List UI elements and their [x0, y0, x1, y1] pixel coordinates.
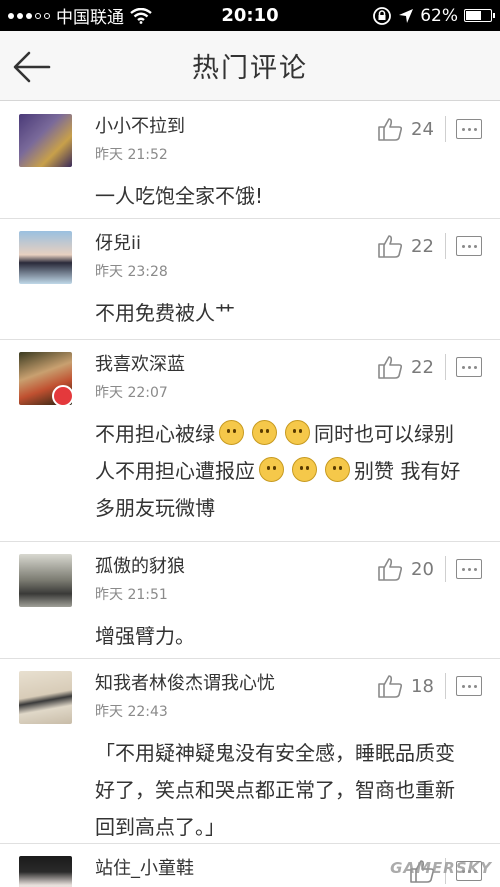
emoji-icon — [252, 420, 277, 445]
more-button[interactable] — [456, 676, 482, 696]
comment-actions: 22 — [377, 233, 482, 259]
divider — [445, 556, 446, 582]
like-count: 20 — [411, 558, 434, 580]
emoji-icon — [259, 457, 284, 482]
avatar[interactable] — [19, 231, 72, 284]
like-button[interactable]: 22 — [377, 354, 435, 380]
like-count: 24 — [411, 118, 434, 140]
more-icon — [461, 567, 477, 571]
avatar[interactable] — [19, 352, 74, 407]
timestamp: 昨天 21:51 — [95, 587, 168, 603]
comment-text-part: 不用担心被绿 — [95, 422, 215, 446]
emoji-icon — [219, 420, 244, 445]
thumbs-up-icon — [378, 118, 403, 141]
page-title: 热门评论 — [192, 53, 308, 84]
thumbs-up-icon — [378, 558, 403, 581]
thumbs-up-icon — [378, 675, 403, 698]
comment-item: 伢兒ii 昨天 23:28 不用免费被人艹 22 — [0, 219, 500, 340]
more-icon — [461, 684, 477, 688]
nav-bar: 热门评论 — [0, 31, 500, 101]
carrier-label: 中国联通 — [56, 8, 124, 28]
avatar[interactable] — [19, 554, 72, 607]
comment-item: 小小不拉到 昨天 21:52 一人吃饱全家不饿! 24 — [0, 102, 500, 219]
timestamp: 昨天 22:07 — [95, 385, 168, 401]
like-button[interactable]: 24 — [377, 116, 435, 142]
battery-percent: 62% — [420, 5, 458, 26]
verified-badge — [52, 385, 74, 407]
timestamp: 昨天 22:43 — [95, 704, 168, 720]
comment-list[interactable]: 小小不拉到 昨天 21:52 一人吃饱全家不饿! 24 伢兒ii 昨天 23:2… — [0, 102, 500, 887]
divider — [445, 116, 446, 142]
more-icon — [461, 127, 477, 131]
status-bar: 中国联通 20:10 62% — [0, 0, 500, 31]
more-button[interactable] — [456, 559, 482, 579]
watermark: GAMERSKY — [390, 859, 492, 877]
status-left: 中国联通 — [8, 3, 152, 28]
wifi-icon — [130, 7, 152, 24]
lock-rotation-icon — [373, 6, 392, 25]
comment-text: 「不用疑神疑鬼没有安全感，睡眠品质变好了，笑点和哭点都正常了，智商也重新回到高点… — [95, 741, 455, 839]
like-button[interactable]: 18 — [377, 673, 435, 699]
avatar[interactable] — [19, 856, 72, 887]
more-button[interactable] — [456, 357, 482, 377]
divider — [445, 354, 446, 380]
battery-fill — [466, 11, 481, 20]
like-count: 22 — [411, 356, 434, 378]
like-button[interactable]: 22 — [377, 233, 435, 259]
comment-item: 孤傲的豺狼 昨天 21:51 增强臂力。 20 — [0, 542, 500, 659]
avatar[interactable] — [19, 671, 72, 724]
back-button[interactable] — [12, 47, 52, 87]
comment-text: 一人吃饱全家不饿! — [95, 184, 264, 208]
emoji-icon — [325, 457, 350, 482]
like-count: 18 — [411, 675, 434, 697]
thumbs-up-icon — [378, 235, 403, 258]
more-button[interactable] — [456, 119, 482, 139]
like-count: 22 — [411, 235, 434, 257]
emoji-icon — [285, 420, 310, 445]
comment-actions: 24 — [377, 116, 482, 142]
comment-actions: 22 — [377, 354, 482, 380]
like-button[interactable]: 20 — [377, 556, 435, 582]
more-icon — [461, 244, 477, 248]
emoji-icon — [292, 457, 317, 482]
location-arrow-icon — [399, 8, 414, 23]
comment-text: 不用免费被人艹 — [95, 301, 235, 325]
comment-actions: 20 — [377, 556, 482, 582]
status-right: 62% — [372, 5, 495, 26]
avatar[interactable] — [19, 114, 72, 167]
comment-item: 知我者林俊杰谓我心忧 昨天 22:43 「不用疑神疑鬼没有安全感，睡眠品质变好了… — [0, 659, 500, 844]
signal-icon — [8, 12, 50, 19]
comment-text: 增强臂力。 — [95, 624, 195, 648]
thumbs-up-icon — [378, 356, 403, 379]
divider — [445, 233, 446, 259]
battery-icon — [464, 9, 495, 22]
timestamp: 昨天 23:28 — [95, 264, 168, 280]
timestamp: 昨天 21:52 — [95, 147, 168, 163]
more-icon — [461, 365, 477, 369]
comment-actions: 18 — [377, 673, 482, 699]
back-arrow-icon — [13, 51, 51, 83]
comment-text: 不用担心被绿 同时也可以绿别人不用担心遭报应 别赞 我有好多朋友玩微博 — [95, 416, 482, 527]
comment-item: 我喜欢深蓝 昨天 22:07 不用担心被绿 同时也可以绿别人不用担心遭报应 别赞 我… — [0, 340, 500, 542]
divider — [445, 673, 446, 699]
more-button[interactable] — [456, 236, 482, 256]
